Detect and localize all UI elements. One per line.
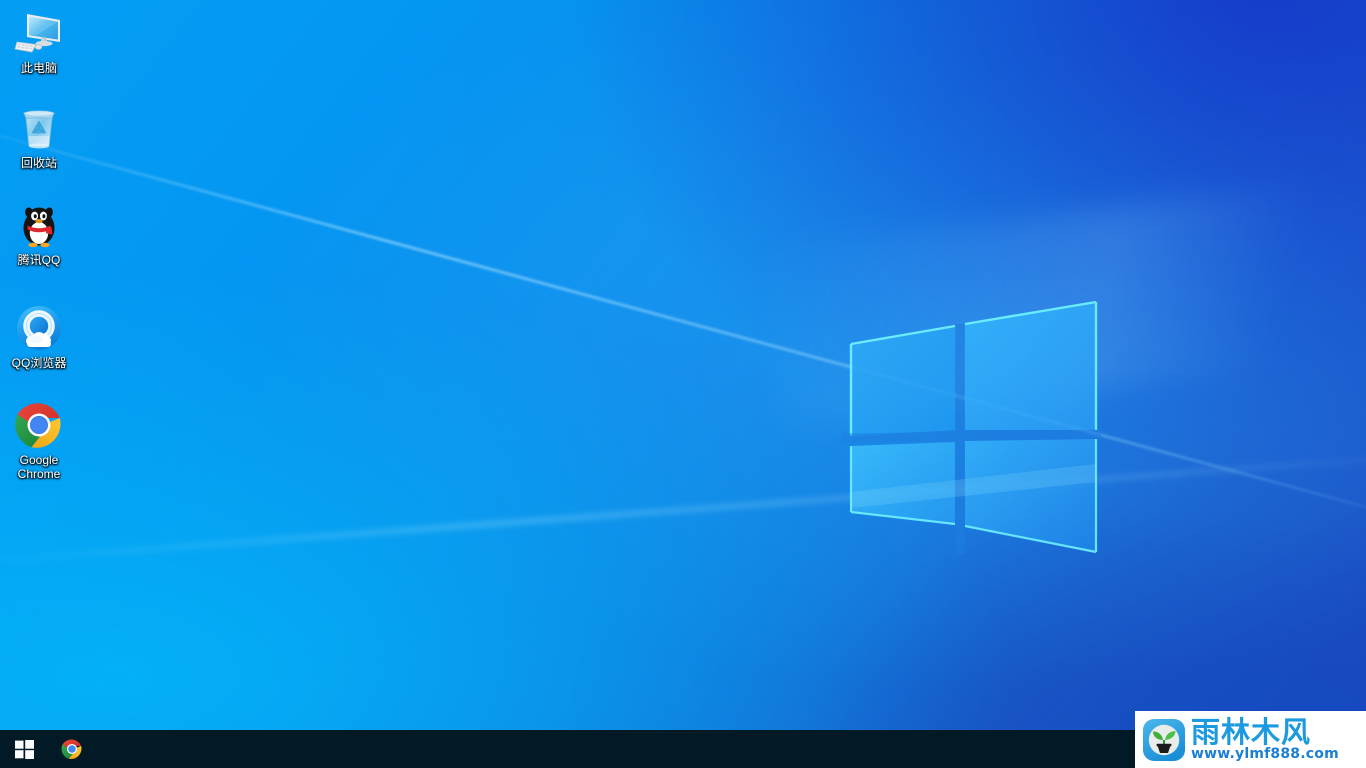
chrome-icon	[14, 400, 64, 450]
desktop-wallpaper[interactable]: 此电脑 回收站 腾讯QQ QQ浏览器 Google Chrome	[0, 0, 1366, 768]
desktop-icon-label: 腾讯QQ	[17, 253, 61, 267]
qq-browser-icon	[14, 303, 64, 353]
taskbar-app-list	[48, 730, 96, 768]
taskbar-item-chrome[interactable]	[48, 730, 96, 768]
computer-icon	[14, 8, 64, 58]
desktop-icon-recycle-bin[interactable]: 回收站	[2, 103, 76, 170]
watermark-text: 雨林木风 www.ylmf888.com	[1191, 717, 1339, 762]
start-button[interactable]	[0, 730, 48, 768]
sprout-logo-icon	[1142, 718, 1186, 762]
windows-logo-wallpaper	[842, 296, 1103, 561]
desktop-icon-label: 此电脑	[20, 61, 57, 75]
desktop-icon-qq-browser[interactable]: QQ浏览器	[2, 303, 76, 370]
watermark-brand-box: 雨林木风 www.ylmf888.com	[1135, 711, 1366, 768]
desktop-icon-this-pc[interactable]: 此电脑	[2, 8, 76, 75]
watermark-title: 雨林木风	[1191, 715, 1312, 749]
recycle-bin-icon	[14, 103, 64, 153]
desktop-icon-label: QQ浏览器	[11, 356, 67, 370]
desktop-icon-tencent-qq[interactable]: 腾讯QQ	[2, 200, 76, 267]
desktop-icon-label: Google Chrome	[17, 453, 61, 481]
desktop-icon-google-chrome[interactable]: Google Chrome	[2, 400, 76, 481]
desktop-icon-label: 回收站	[20, 156, 57, 170]
chrome-icon	[61, 738, 83, 760]
qq-penguin-icon	[14, 200, 64, 250]
wallpaper-light-ray-lower	[0, 450, 1366, 566]
watermark-url: www.ylmf888.com	[1191, 746, 1339, 762]
wallpaper-light-ray-upper	[0, 118, 1366, 530]
windows-start-icon	[14, 739, 34, 759]
